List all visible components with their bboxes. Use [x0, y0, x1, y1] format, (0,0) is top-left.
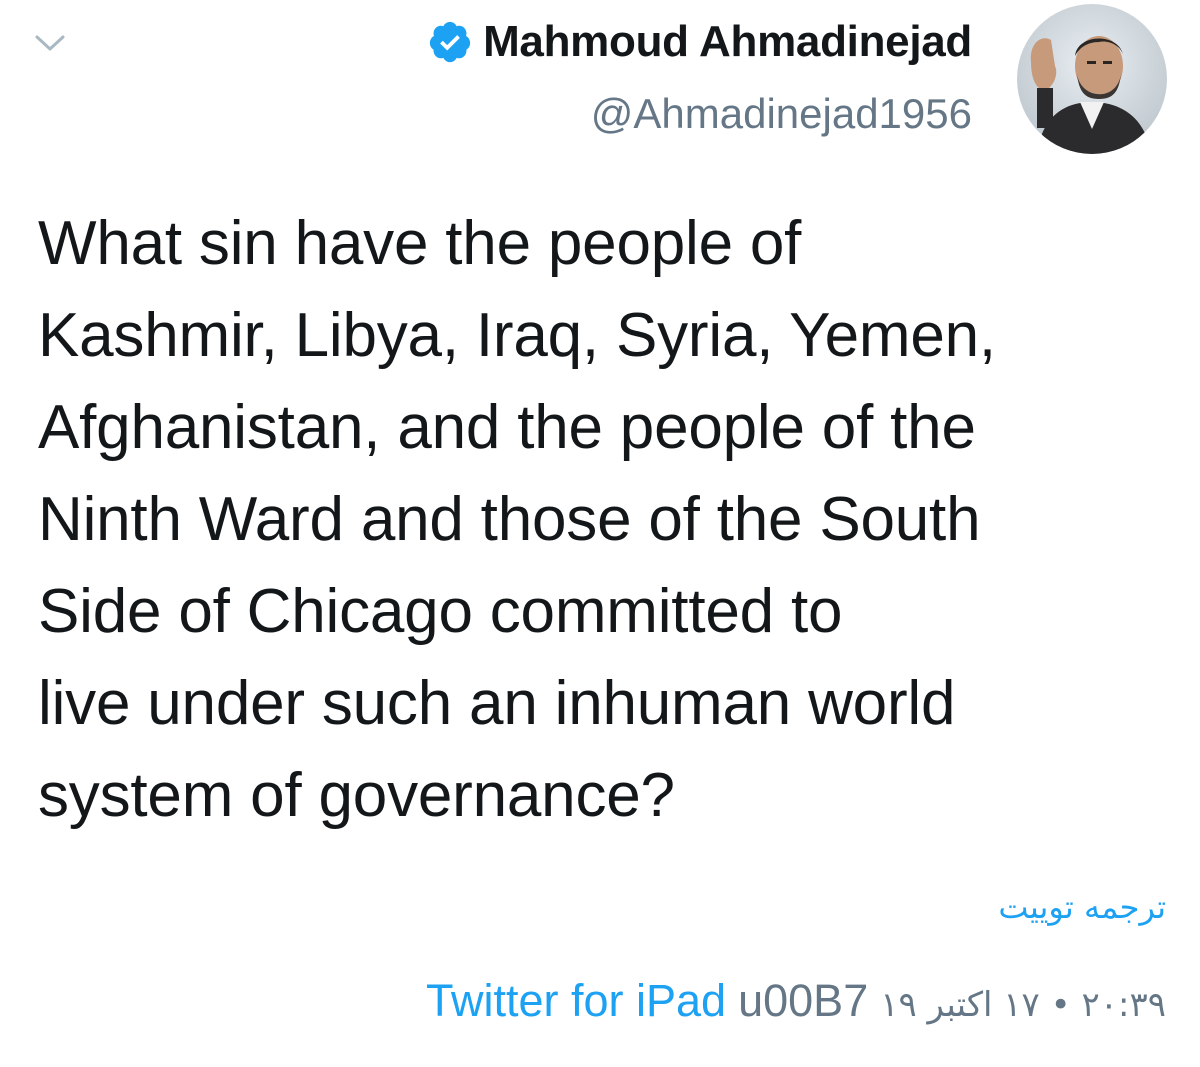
tweet-line: system of governance? [38, 761, 675, 830]
tweet-line: live under such an inhuman world [38, 669, 956, 738]
tweet-meta: Twitter for iPad u00B7 ۲۰:۳۹ • ۱۷ اکتبر … [426, 975, 1166, 1027]
chevron-down-icon[interactable] [33, 30, 67, 56]
tweet-text: What sin have the people of Kashmir, Lib… [38, 198, 1178, 842]
tweet-line: What sin have the people of [38, 209, 802, 278]
translate-tweet-link[interactable]: ترجمه توییت [998, 888, 1166, 926]
tweet-line: Ninth Ward and those of the South [38, 485, 981, 554]
name-row: Mahmoud Ahmadinejad [427, 14, 972, 70]
user-handle[interactable]: @Ahmadinejad1956 [427, 90, 972, 138]
verified-badge-icon [429, 21, 471, 63]
display-name[interactable]: Mahmoud Ahmadinejad [483, 17, 972, 67]
tweet-card: Mahmoud Ahmadinejad @Ahmadinejad1956 Wha… [0, 0, 1200, 1067]
avatar[interactable] [1017, 4, 1167, 154]
avatar-image [1017, 4, 1167, 154]
timestamp: ۲۰:۳۹ • ۱۷ اکتبر ۱۹ [880, 985, 1166, 1025]
author-header: Mahmoud Ahmadinejad @Ahmadinejad1956 [427, 14, 972, 138]
tweet-line: Kashmir, Libya, Iraq, Syria, Yemen, [38, 301, 996, 370]
meta-separator: u00B7 [738, 975, 869, 1026]
tweet-line: Side of Chicago committed to [38, 577, 843, 646]
source-link[interactable]: Twitter for iPad [426, 975, 726, 1027]
tweet-line: Afghanistan, and the people of the [38, 393, 976, 462]
